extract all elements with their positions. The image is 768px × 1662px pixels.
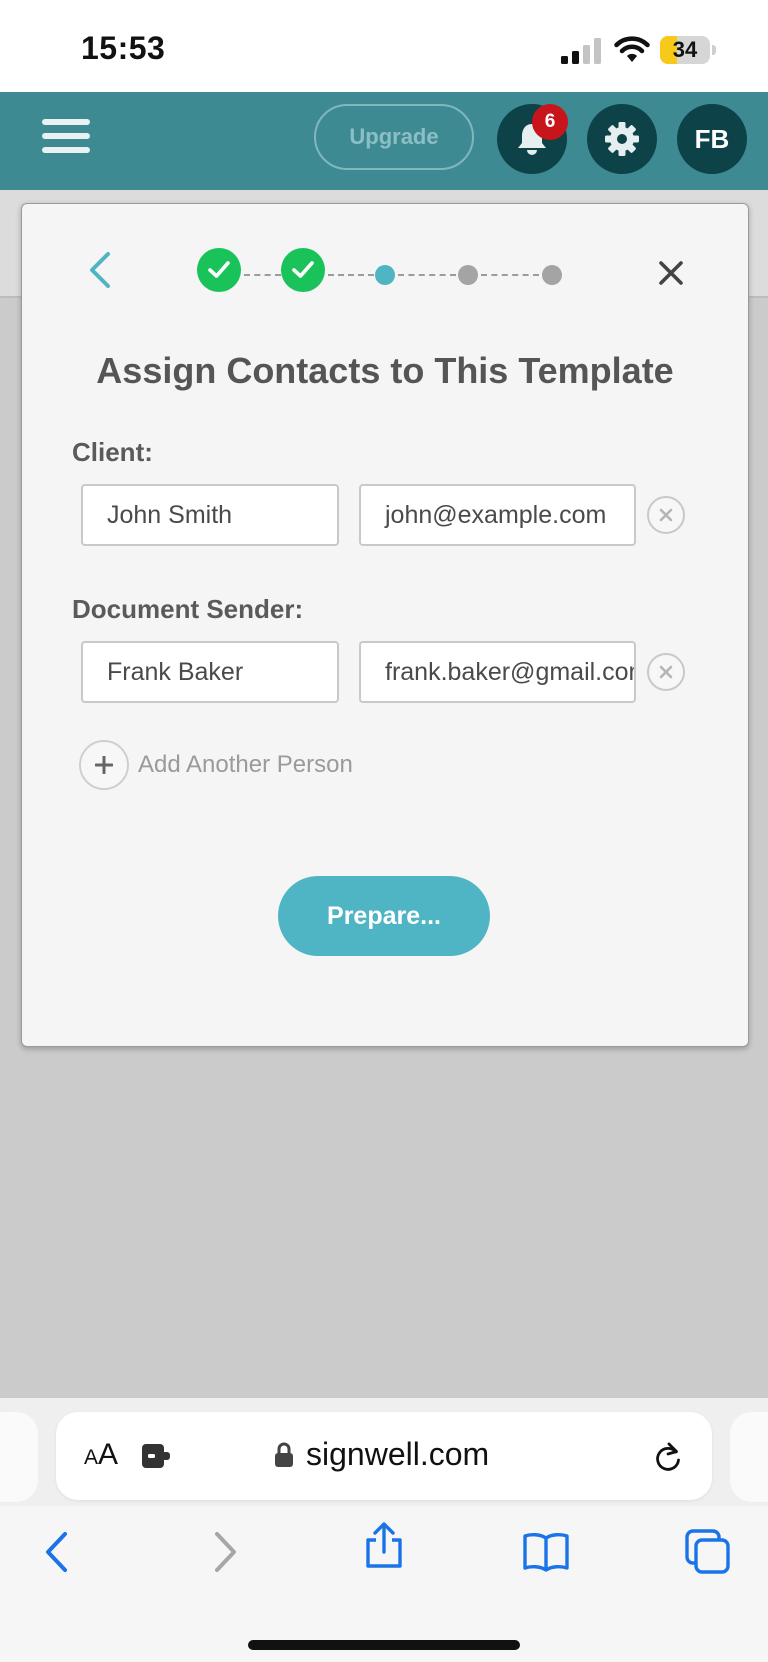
step-4-dot (458, 265, 478, 285)
assign-contacts-modal: Assign Contacts to This Template Client:… (21, 203, 749, 1047)
bookmarks-icon[interactable] (522, 1528, 570, 1576)
remove-x-icon (659, 508, 673, 522)
status-bar: 15:53 34 (0, 0, 768, 92)
remove-x-icon (659, 665, 673, 679)
step-1-complete-icon (197, 248, 241, 292)
browser-address-area: AA signwell.com (0, 1398, 768, 1506)
address-bar[interactable]: AA signwell.com (56, 1412, 712, 1500)
add-another-person-label: Add Another Person (138, 751, 353, 778)
close-icon[interactable] (654, 256, 688, 290)
client-email-input[interactable]: john@example.com (359, 484, 636, 546)
client-name-input[interactable]: John Smith (81, 484, 339, 546)
user-avatar[interactable]: FB (677, 104, 747, 174)
home-indicator (248, 1640, 520, 1650)
status-time: 15:53 (81, 30, 166, 66)
remove-sender-button[interactable] (647, 653, 685, 691)
cellular-signal-icon (561, 38, 601, 64)
wifi-icon (614, 36, 650, 62)
modal-title: Assign Contacts to This Template (96, 350, 674, 391)
back-chevron-icon[interactable] (82, 248, 118, 292)
remove-client-button[interactable] (647, 496, 685, 534)
prepare-button[interactable]: Prepare... (278, 876, 490, 956)
notification-count-badge: 6 (532, 104, 568, 140)
document-sender-role-label: Document Sender: (72, 594, 304, 624)
sender-email-input[interactable]: frank.baker@gmail.com (359, 641, 636, 703)
extension-icon[interactable] (140, 1442, 172, 1470)
share-icon[interactable] (360, 1522, 408, 1570)
back-icon[interactable] (34, 1528, 82, 1576)
reload-icon[interactable] (652, 1440, 684, 1474)
client-role-label: Client: (72, 437, 153, 467)
url-text: signwell.com (306, 1436, 490, 1472)
gear-icon (605, 122, 639, 156)
app-header: Upgrade FB (0, 92, 768, 190)
next-tab-preview[interactable] (730, 1412, 768, 1502)
text-size-button[interactable]: AA (84, 1438, 118, 1472)
browser-toolbar (0, 1506, 768, 1662)
step-2-complete-icon (281, 248, 325, 292)
plus-icon (79, 740, 129, 790)
battery-percent: 34 (672, 37, 698, 62)
previous-tab-preview[interactable] (0, 1412, 38, 1502)
forward-icon[interactable] (200, 1528, 248, 1576)
tabs-icon[interactable] (684, 1528, 732, 1576)
upgrade-button[interactable]: Upgrade (314, 104, 474, 170)
lock-icon (275, 1442, 293, 1467)
sender-name-input[interactable]: Frank Baker (81, 641, 339, 703)
step-5-dot (542, 265, 562, 285)
step-3-current-dot (375, 265, 395, 285)
settings-button[interactable] (587, 104, 657, 174)
battery-indicator: 34 (660, 36, 716, 64)
hamburger-menu-icon[interactable] (42, 119, 90, 159)
